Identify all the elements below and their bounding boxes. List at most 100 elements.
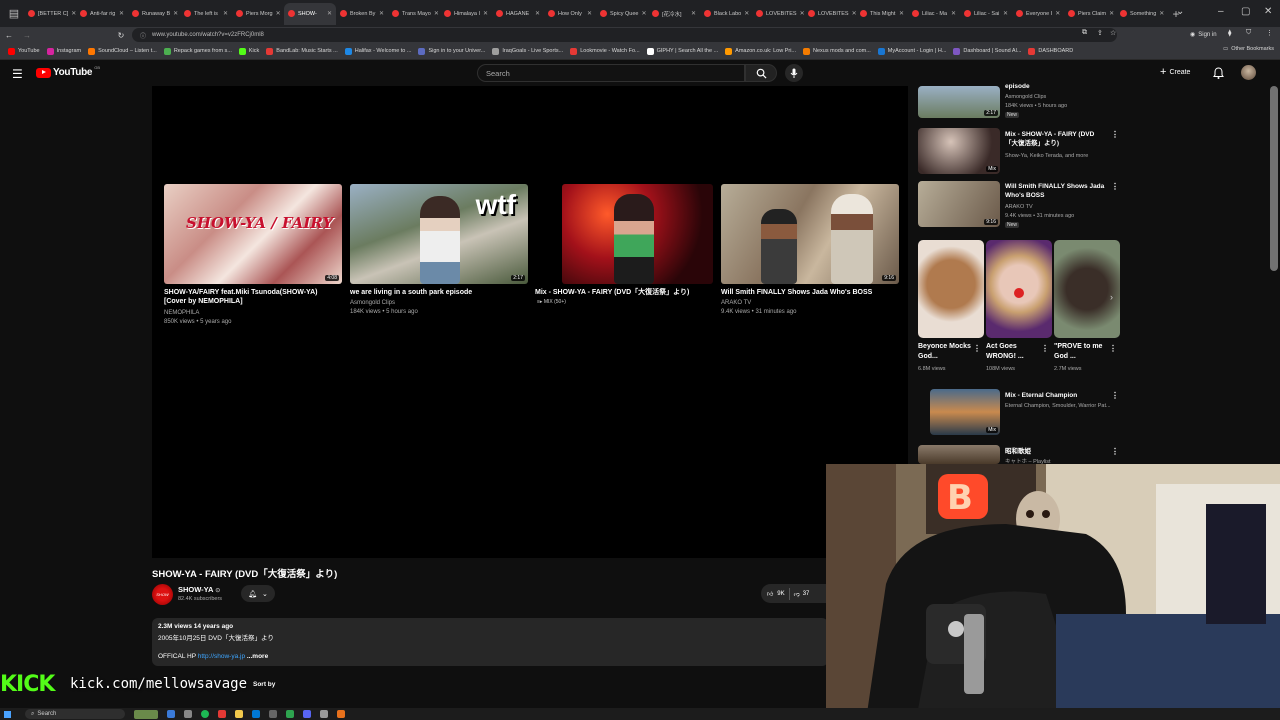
- bookmark-item[interactable]: Sign in to your Univer...: [416, 47, 490, 55]
- browser-tab[interactable]: SHOW- ✕: [284, 2, 336, 25]
- reload-icon[interactable]: ↻: [112, 31, 130, 40]
- taskbar-app-icon[interactable]: [201, 710, 209, 718]
- bookmark-item[interactable]: SoundCloud – Listen t...: [86, 47, 162, 55]
- bookmark-item[interactable]: Halifax - Welcome to ...: [343, 47, 417, 55]
- bookmark-item[interactable]: DASHBOARD: [1026, 47, 1078, 55]
- other-bookmarks[interactable]: ▭ Other Bookmarks: [1223, 46, 1274, 52]
- browser-tab[interactable]: Liliac - Ma ✕: [908, 3, 960, 25]
- tab-close-icon[interactable]: ✕: [587, 10, 592, 17]
- bookmark-item[interactable]: GIPHY | Search All the ...: [645, 47, 724, 55]
- taskbar-app-icon[interactable]: [218, 710, 226, 718]
- browser-tab[interactable]: HAGANE ✕: [492, 3, 544, 25]
- description-box[interactable]: 2.3M views 14 years ago 2005年10月25日 DVD「…: [152, 618, 828, 666]
- tab-close-icon[interactable]: ✕: [641, 10, 646, 17]
- maximize-icon[interactable]: ▢: [1241, 6, 1250, 17]
- browser-tab[interactable]: [BETTER C] ✕: [24, 3, 76, 25]
- search-input[interactable]: Search: [477, 64, 745, 82]
- back-icon[interactable]: ←: [0, 31, 18, 40]
- browser-tab[interactable]: Something ✕: [1116, 3, 1168, 25]
- tab-close-icon[interactable]: ✕: [744, 10, 749, 17]
- browser-tab[interactable]: LOVEBITES ✕: [804, 3, 856, 25]
- bookmark-item[interactable]: IraqGoals - Live Sports...: [490, 47, 568, 55]
- tab-dropdown-icon[interactable]: ⌄: [1176, 6, 1184, 17]
- more-actions-icon[interactable]: ⋮: [973, 344, 981, 353]
- endscreen-video-4[interactable]: 9:16 Will Smith FINALLY Shows Jada Who's…: [721, 184, 899, 324]
- taskbar-app-icon[interactable]: [269, 710, 277, 718]
- sign-in-button[interactable]: ◉ Sign in: [1185, 28, 1222, 41]
- voice-search-button[interactable]: [785, 64, 803, 82]
- extensions-icon[interactable]: ⧫: [1228, 29, 1231, 37]
- taskbar-app-icon[interactable]: [252, 710, 260, 718]
- tab-close-icon[interactable]: ✕: [483, 10, 488, 17]
- dislike-button[interactable]: 👎︎ 37: [794, 590, 810, 598]
- page-scrollbar[interactable]: [1270, 86, 1278, 271]
- browser-tab[interactable]: Everyone I ✕: [1012, 3, 1064, 25]
- tab-close-icon[interactable]: ✕: [276, 10, 281, 17]
- taskbar-app-icon[interactable]: [337, 710, 345, 718]
- minimize-icon[interactable]: –: [1218, 6, 1224, 17]
- forward-icon[interactable]: →: [18, 31, 36, 40]
- more-actions-icon[interactable]: ⋮: [1041, 344, 1049, 353]
- sidebar-rec-4[interactable]: Mix Mix - Eternal Champion Eternal Champ…: [918, 389, 1119, 439]
- sidebar-rec-1[interactable]: 2:17 episode Asmongold Clips 184K views …: [918, 83, 1118, 122]
- video-player[interactable]: SHOW-YA / FAIRY 4:08 SHOW-YA/FAIRY feat.…: [152, 86, 908, 558]
- taskbar-search[interactable]: ⌕ Search: [25, 709, 125, 719]
- tab-close-icon[interactable]: ✕: [535, 10, 540, 17]
- taskbar-app-icon[interactable]: [134, 709, 158, 719]
- sidebar-rec-2[interactable]: Mix Mix - SHOW-YA - FAIRY (DVD「大復活祭」より) …: [918, 128, 1119, 178]
- taskbar-app-icon[interactable]: [167, 710, 175, 718]
- more-actions-icon[interactable]: ⋮: [1111, 130, 1119, 139]
- endscreen-video-2[interactable]: wtf 2:17 we are living in a south park e…: [350, 184, 528, 324]
- shield-icon[interactable]: ⛉: [1246, 29, 1251, 37]
- bookmark-item[interactable]: MyAccount - Login | H...: [876, 47, 952, 55]
- more-actions-icon[interactable]: ⋮: [1109, 344, 1117, 353]
- bookmark-item[interactable]: Lookmovie - Watch Fo...: [568, 47, 644, 55]
- channel-name[interactable]: SHOW-YA ⊙: [178, 585, 220, 594]
- browser-tab[interactable]: Piers Claim ✕: [1064, 3, 1116, 25]
- user-avatar[interactable]: [1241, 65, 1256, 80]
- tab-close-icon[interactable]: ✕: [327, 10, 332, 17]
- tab-close-icon[interactable]: ✕: [379, 10, 384, 17]
- taskbar-app-icon[interactable]: [320, 710, 328, 718]
- tab-close-icon[interactable]: ✕: [173, 10, 178, 17]
- endscreen-mix[interactable]: Mix - SHOW-YA - FAIRY (DVD「大復活祭」より) ≡▸ M…: [535, 184, 713, 324]
- browser-tab[interactable]: LOVEBITES ✕: [752, 3, 804, 25]
- taskbar-app-icon[interactable]: [184, 710, 192, 718]
- browser-tab[interactable]: This Might ✕: [856, 3, 908, 25]
- bookmark-item[interactable]: Kick: [237, 47, 264, 55]
- more-actions-icon[interactable]: ⋮: [1111, 447, 1119, 456]
- comments-sort-by[interactable]: Sort by: [253, 681, 275, 688]
- tab-close-icon[interactable]: ✕: [691, 10, 696, 17]
- bookmark-star-icon[interactable]: ☆: [1110, 29, 1116, 37]
- bookmark-item[interactable]: BandLab: Music Starts ...: [264, 47, 342, 55]
- browser-tab[interactable]: [花冷水] ✕: [648, 3, 700, 25]
- tab-close-icon[interactable]: ✕: [1003, 10, 1008, 17]
- browser-tab[interactable]: Liliac - Sai ✕: [960, 3, 1012, 25]
- hamburger-menu-icon[interactable]: ☰: [12, 67, 23, 81]
- sidebar-rec-3[interactable]: 9:16 Will Smith FINALLY Shows Jada Who's…: [918, 181, 1119, 231]
- tab-close-icon[interactable]: ✕: [899, 10, 904, 17]
- like-button[interactable]: 👍︎ 9K: [767, 590, 785, 598]
- search-button[interactable]: [745, 64, 777, 82]
- bookmark-item[interactable]: YouTube: [6, 47, 45, 55]
- more-actions-icon[interactable]: ⋮: [1111, 391, 1119, 400]
- browser-tab[interactable]: Broken By ✕: [336, 3, 388, 25]
- address-bar[interactable]: ⓘ www.youtube.com/watch?v=v2zFRCj0ml8: [132, 28, 1117, 42]
- browser-tab[interactable]: How Only ✕: [544, 3, 596, 25]
- close-window-icon[interactable]: ✕: [1264, 6, 1272, 17]
- endscreen-video-1[interactable]: SHOW-YA / FAIRY 4:08 SHOW-YA/FAIRY feat.…: [164, 184, 342, 325]
- browser-tab[interactable]: Black Labo ✕: [700, 3, 752, 25]
- bookmark-item[interactable]: Amazon.co.uk: Low Pri...: [723, 47, 801, 55]
- windows-start-icon[interactable]: [4, 710, 11, 718]
- tab-close-icon[interactable]: ✕: [951, 10, 956, 17]
- description-more[interactable]: ...more: [247, 653, 268, 660]
- tab-close-icon[interactable]: ✕: [1055, 10, 1060, 17]
- bookmark-item[interactable]: Dashboard | Sound Al...: [951, 47, 1026, 55]
- bookmark-item[interactable]: Nexus mods and com...: [801, 47, 876, 55]
- taskbar-app-icon[interactable]: [286, 710, 294, 718]
- share-icon[interactable]: ⇪: [1097, 29, 1103, 37]
- menu-dots-icon[interactable]: ⋮: [1266, 29, 1273, 37]
- notification-preferences-button[interactable]: 🔔︎ ⌄: [241, 585, 275, 602]
- browser-tab[interactable]: Runaway B ✕: [128, 3, 180, 25]
- youtube-logo[interactable]: YouTube GB: [36, 65, 100, 78]
